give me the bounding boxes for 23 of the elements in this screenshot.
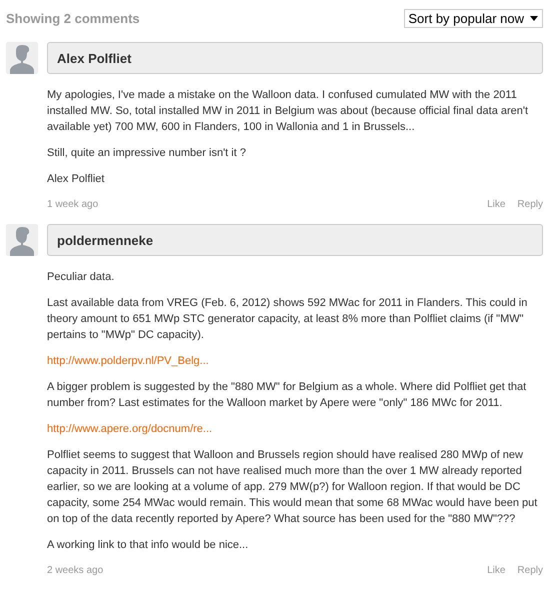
action-link[interactable]: Reply — [517, 199, 543, 210]
comment-link[interactable]: http://www.apere.org/docnum/re... — [47, 423, 212, 435]
comment-text: Alex Polfliet — [47, 172, 106, 187]
comment-text: A bigger problem is suggested by the "880 MW" for Belgium as a whole. Where did Polfliet get that number from? Last estimates for the Walloon market by Apere were "only" 186 MWc for 2011. — [47, 380, 528, 411]
comment-text: Peculiar data. — [47, 270, 116, 285]
author-name: poldermenneke — [47, 224, 543, 256]
caret-icon — [530, 16, 538, 20]
comment-text: Polfliet seems to suggest that Walloon and Brussels region should have realised 280 MWp of new capacity in 2011. Brussels can not have realised much more than the over 1 MW already reported earlier, so we are looking at a volume of app. 279 MW(p?) for Walloon region. If that would be DC capacity, some 254 MWac would remain. This would mean that some 68 MWac would have been put on top of the data recently reported by Apere? What source has been used for the "880 MW"??? — [47, 448, 538, 527]
comment-time: 1 week ago — [47, 199, 98, 210]
comment-text: My apologies, I've made a mistake on the Walloon data. I confused cumulated MW with the 2011 installed MW. So, total installed MW in 2011 in Belgium was about (because official final data aren't available yet) 700 MW, 600 in Flanders, 100 in Wallonia and 1 in Brussels... — [47, 88, 530, 135]
comment-text: Still, quite an impressive number isn't it ? — [47, 146, 247, 161]
avatar-icon — [6, 42, 38, 74]
avatar-icon — [6, 224, 38, 256]
comment-link[interactable]: http://www.polderpv.nl/PV_Belg... — [47, 355, 209, 367]
author-name: Alex Polfliet — [47, 42, 543, 74]
sort-dropdown[interactable]: Sort by popular now — [404, 8, 543, 28]
comment-time: 2 weeks ago — [47, 565, 104, 576]
comment-text: Last available data from VREG (Feb. 6, 2012) shows 592 MWac for 2011 in Flanders. This could in theory amount to 651 MWp STC generator capacity, at least 8% more than Polfliet claims (if "MW" pertains to "MWp" DC capacity). — [47, 296, 528, 343]
comment-text: A working link to that info would be nice... — [47, 538, 250, 553]
action-link[interactable]: Like — [487, 565, 506, 576]
action-link[interactable]: Like — [487, 199, 506, 210]
action-link[interactable]: Reply — [517, 565, 543, 576]
comment-count: Showing 2 comments — [6, 10, 140, 26]
